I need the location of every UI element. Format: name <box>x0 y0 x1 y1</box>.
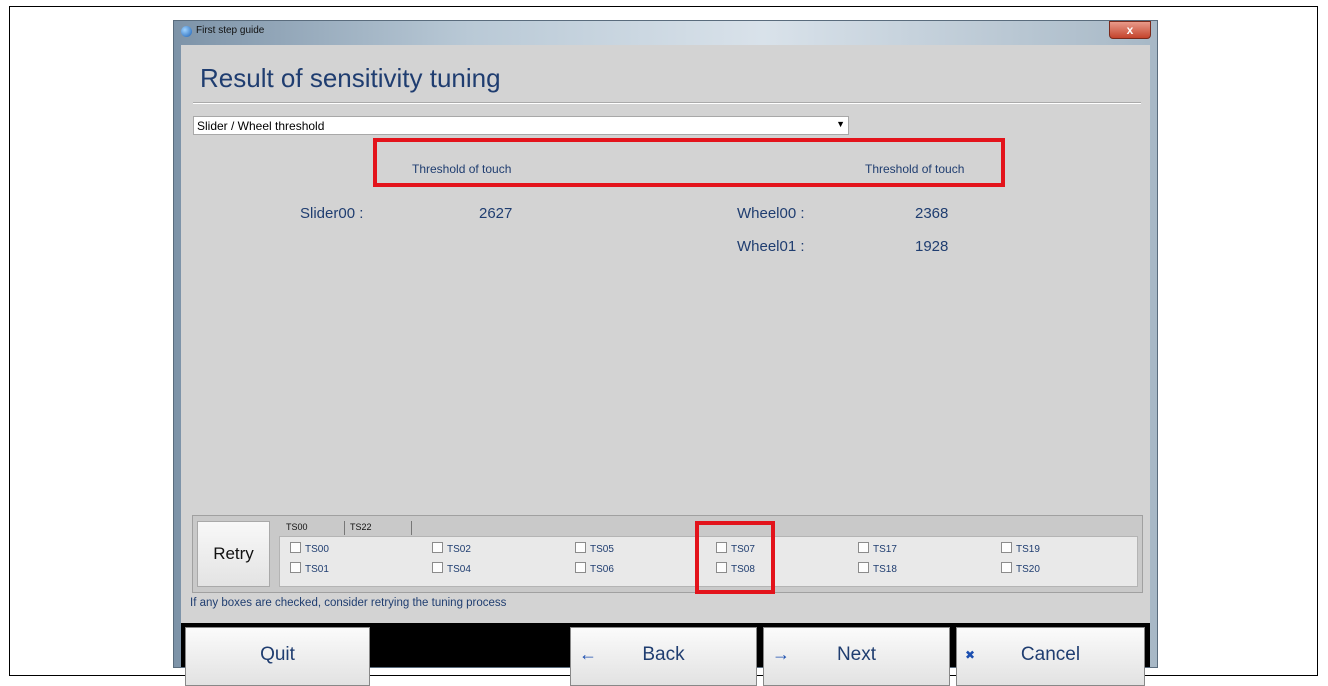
navigation-bar: Quit ← Back → Next ✖ Cancel <box>181 623 1150 686</box>
checkbox-box <box>290 562 301 573</box>
checkbox-label: TS18 <box>873 564 897 575</box>
checkbox-ts17[interactable]: TS17 <box>858 542 897 555</box>
checkbox-ts02[interactable]: TS02 <box>432 542 471 555</box>
next-button[interactable]: → Next <box>763 627 950 686</box>
checkbox-label: TS02 <box>447 544 471 555</box>
checkbox-ts01[interactable]: TS01 <box>290 562 329 575</box>
close-button[interactable]: x <box>1109 21 1151 39</box>
wheel01-value: 1928 <box>915 238 949 255</box>
checkbox-box <box>575 562 586 573</box>
checkbox-ts00[interactable]: TS00 <box>290 542 329 555</box>
checkbox-label: TS05 <box>590 544 614 555</box>
tab-separator <box>411 521 412 535</box>
retry-panel: Retry TS00 - TS20 TS22 - TS31 TS00 TS01 … <box>192 515 1143 593</box>
cancel-button[interactable]: ✖ Cancel <box>956 627 1145 686</box>
cancel-label: Cancel <box>1020 644 1081 665</box>
checkbox-label: TS06 <box>590 564 614 575</box>
tab-separator <box>344 521 345 535</box>
back-label: Back <box>642 644 685 665</box>
ts07-ts08-highlight <box>695 521 775 594</box>
slider00-label: Slider00 : <box>300 205 364 222</box>
title-bar: First step guide x <box>174 21 1157 43</box>
checkbox-label: TS17 <box>873 544 897 555</box>
checkbox-box <box>432 542 443 553</box>
app-icon <box>181 26 192 37</box>
client-area: Result of sensitivity tuning Slider / Wh… <box>181 45 1150 623</box>
checkbox-label: TS20 <box>1016 564 1040 575</box>
retry-hint-text: If any boxes are checked, consider retry… <box>190 597 507 609</box>
checkbox-label: TS19 <box>1016 544 1040 555</box>
checkbox-ts06[interactable]: TS06 <box>575 562 614 575</box>
window-title: First step guide <box>196 25 265 36</box>
checkbox-ts05[interactable]: TS05 <box>575 542 614 555</box>
dropdown-selected-value: Slider / Wheel threshold <box>197 119 325 133</box>
checkbox-box <box>432 562 443 573</box>
quit-label: Quit <box>260 644 295 665</box>
checkbox-box <box>1001 562 1012 573</box>
quit-button[interactable]: Quit <box>185 627 370 686</box>
wheel00-label: Wheel00 : <box>737 205 805 222</box>
slider00-value: 2627 <box>479 205 513 222</box>
checkbox-ts20[interactable]: TS20 <box>1001 562 1040 575</box>
checkbox-box <box>1001 542 1012 553</box>
next-label: Next <box>836 644 877 665</box>
checkbox-box <box>575 542 586 553</box>
checkbox-label: TS00 <box>305 544 329 555</box>
wheel00-value: 2368 <box>915 205 949 222</box>
retry-button[interactable]: Retry <box>197 521 270 587</box>
dialog-window: First step guide x Result of sensitivity… <box>173 20 1158 686</box>
checkbox-ts19[interactable]: TS19 <box>1001 542 1040 555</box>
wheel01-label: Wheel01 : <box>737 238 805 255</box>
back-button[interactable]: ← Back <box>570 627 757 686</box>
checkbox-box <box>858 542 869 553</box>
checkbox-label: TS04 <box>447 564 471 575</box>
dropdown-arrow-icon: ▼ <box>836 119 845 129</box>
threshold-type-select[interactable]: Slider / Wheel threshold ▼ <box>193 116 849 135</box>
checkbox-box <box>290 542 301 553</box>
checkbox-box <box>858 562 869 573</box>
threshold-header-highlight <box>373 138 1005 187</box>
title-divider <box>193 102 1141 104</box>
checkbox-ts18[interactable]: TS18 <box>858 562 897 575</box>
checkbox-ts04[interactable]: TS04 <box>432 562 471 575</box>
page-title: Result of sensitivity tuning <box>200 63 501 93</box>
checkbox-label: TS01 <box>305 564 329 575</box>
